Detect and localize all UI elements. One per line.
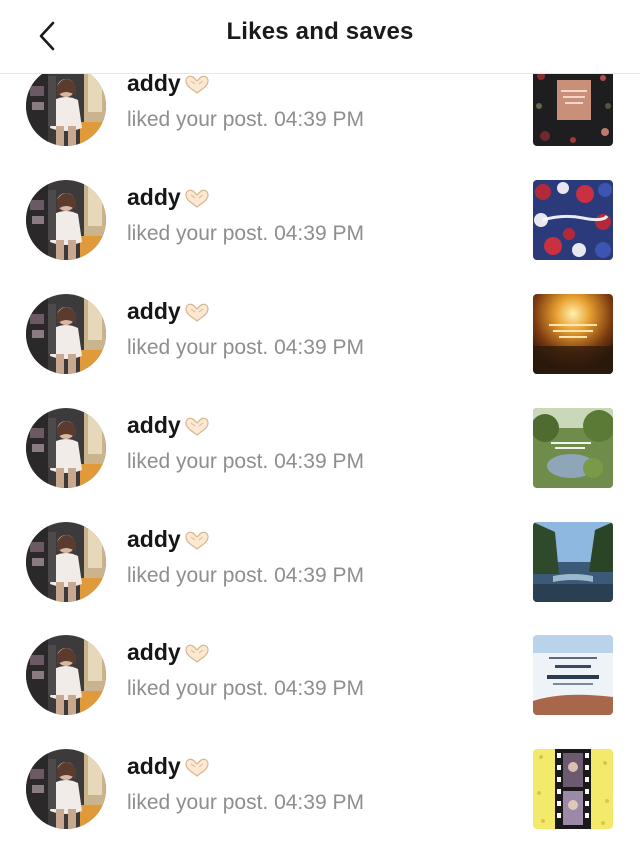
username[interactable]: addy [127, 70, 181, 97]
notification-row[interactable]: addy liked your post. 04:39 PM [0, 749, 640, 863]
post-thumbnail[interactable] [533, 294, 613, 374]
avatar[interactable] [26, 749, 106, 829]
notification-row[interactable]: addy liked your post. 04:39 PM [0, 66, 640, 180]
post-thumbnail[interactable] [533, 749, 613, 829]
heart-hands-icon [183, 529, 211, 551]
avatar[interactable] [26, 522, 106, 602]
avatar[interactable] [26, 635, 106, 715]
heart-hands-icon [183, 73, 211, 95]
activity-text: liked your post. 04:39 PM [127, 336, 364, 359]
activity-text: liked your post. 04:39 PM [127, 222, 364, 245]
notification-list: addy liked your post. 04:39 PM addy like… [0, 0, 640, 853]
avatar[interactable] [26, 180, 106, 260]
activity-text: liked your post. 04:39 PM [127, 108, 364, 131]
notification-row[interactable]: addy liked your post. 04:39 PM [0, 408, 640, 522]
notification-row[interactable]: addy liked your post. 04:39 PM [0, 180, 640, 294]
username[interactable]: addy [127, 639, 181, 666]
notification-row[interactable]: addy liked your post. 04:39 PM [0, 294, 640, 408]
heart-hands-icon [183, 301, 211, 323]
activity-text: liked your post. 04:39 PM [127, 677, 364, 700]
post-thumbnail[interactable] [533, 635, 613, 715]
username-line[interactable]: addy [127, 412, 211, 439]
page-title: Likes and saves [226, 18, 414, 45]
username-line[interactable]: addy [127, 184, 211, 211]
username[interactable]: addy [127, 412, 181, 439]
activity-text: liked your post. 04:39 PM [127, 791, 364, 814]
username-line[interactable]: addy [127, 526, 211, 553]
username[interactable]: addy [127, 184, 181, 211]
avatar[interactable] [26, 408, 106, 488]
username[interactable]: addy [127, 298, 181, 325]
heart-hands-icon [183, 642, 211, 664]
heart-hands-icon [183, 756, 211, 778]
username-line[interactable]: addy [127, 70, 211, 97]
post-thumbnail[interactable] [533, 522, 613, 602]
notification-row[interactable]: addy liked your post. 04:39 PM [0, 522, 640, 636]
username[interactable]: addy [127, 753, 181, 780]
username-line[interactable]: addy [127, 753, 211, 780]
avatar[interactable] [26, 66, 106, 146]
username-line[interactable]: addy [127, 298, 211, 325]
avatar[interactable] [26, 294, 106, 374]
activity-text: liked your post. 04:39 PM [127, 450, 364, 473]
post-thumbnail[interactable] [533, 66, 613, 146]
notification-row[interactable]: addy liked your post. 04:39 PM [0, 635, 640, 749]
username-line[interactable]: addy [127, 639, 211, 666]
activity-text: liked your post. 04:39 PM [127, 564, 364, 587]
top-bar: Likes and saves [0, 0, 640, 74]
post-thumbnail[interactable] [533, 408, 613, 488]
username[interactable]: addy [127, 526, 181, 553]
heart-hands-icon [183, 415, 211, 437]
post-thumbnail[interactable] [533, 180, 613, 260]
heart-hands-icon [183, 187, 211, 209]
